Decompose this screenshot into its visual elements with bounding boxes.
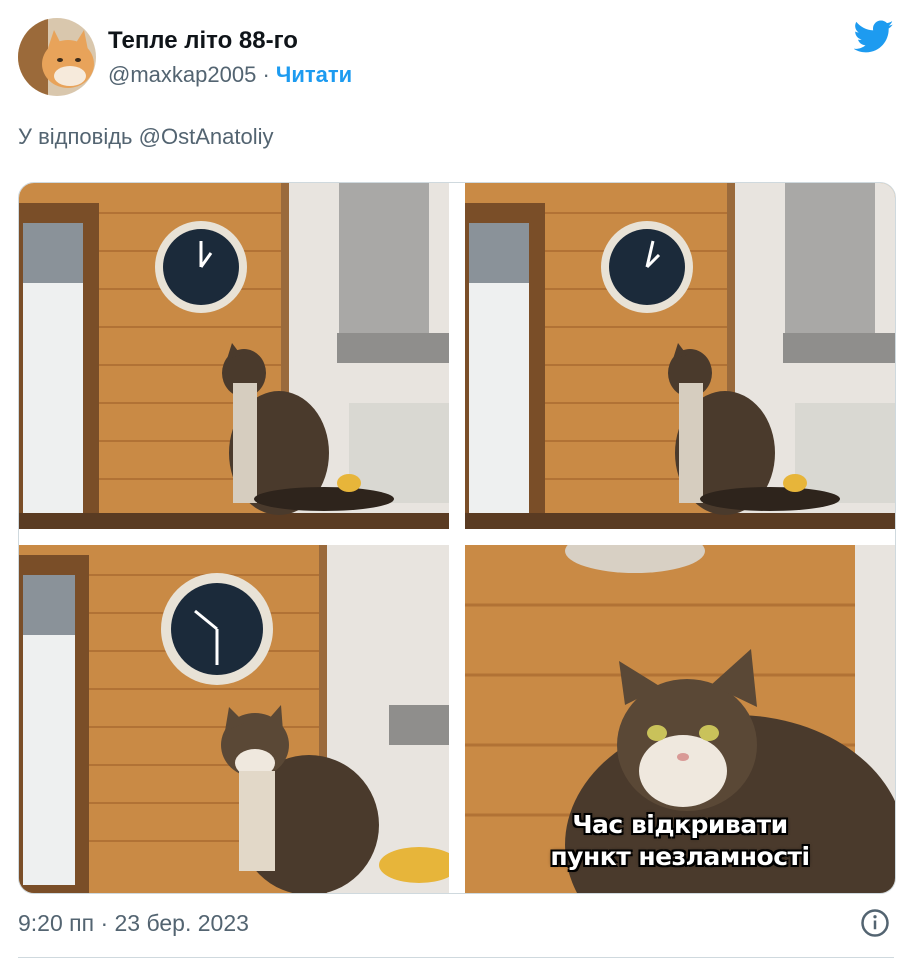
separator-dot: · bbox=[262, 62, 270, 87]
divider bbox=[18, 957, 894, 958]
reply-prefix: У відповідь bbox=[18, 124, 133, 149]
follow-button[interactable]: Читати bbox=[276, 62, 352, 87]
handle-row: @maxkap2005 · Читати bbox=[108, 62, 352, 88]
meme-panel-3[interactable] bbox=[19, 545, 449, 893]
info-icon[interactable] bbox=[860, 908, 890, 938]
display-name[interactable]: Тепле літо 88-го bbox=[108, 27, 298, 55]
reply-context: У відповідь @OstAnatoliy bbox=[18, 124, 273, 150]
media-grid[interactable]: Час відкривати пункт незламності bbox=[18, 182, 896, 894]
meme-panel-2[interactable] bbox=[465, 183, 895, 529]
tweet-timestamp[interactable]: 9:20 пп · 23 бер. 2023 bbox=[18, 910, 249, 937]
reply-mention-link[interactable]: @OstAnatoliy bbox=[139, 124, 274, 149]
meme-caption-line-2: пункт незламності bbox=[550, 842, 810, 871]
avatar[interactable] bbox=[18, 18, 96, 96]
meme-panel-4[interactable]: Час відкривати пункт незламності bbox=[465, 545, 895, 893]
twitter-bird-icon[interactable] bbox=[854, 20, 894, 54]
meme-panel-1[interactable] bbox=[19, 183, 449, 529]
meme-caption-line-1: Час відкривати bbox=[572, 810, 788, 839]
username-handle[interactable]: @maxkap2005 bbox=[108, 62, 256, 87]
